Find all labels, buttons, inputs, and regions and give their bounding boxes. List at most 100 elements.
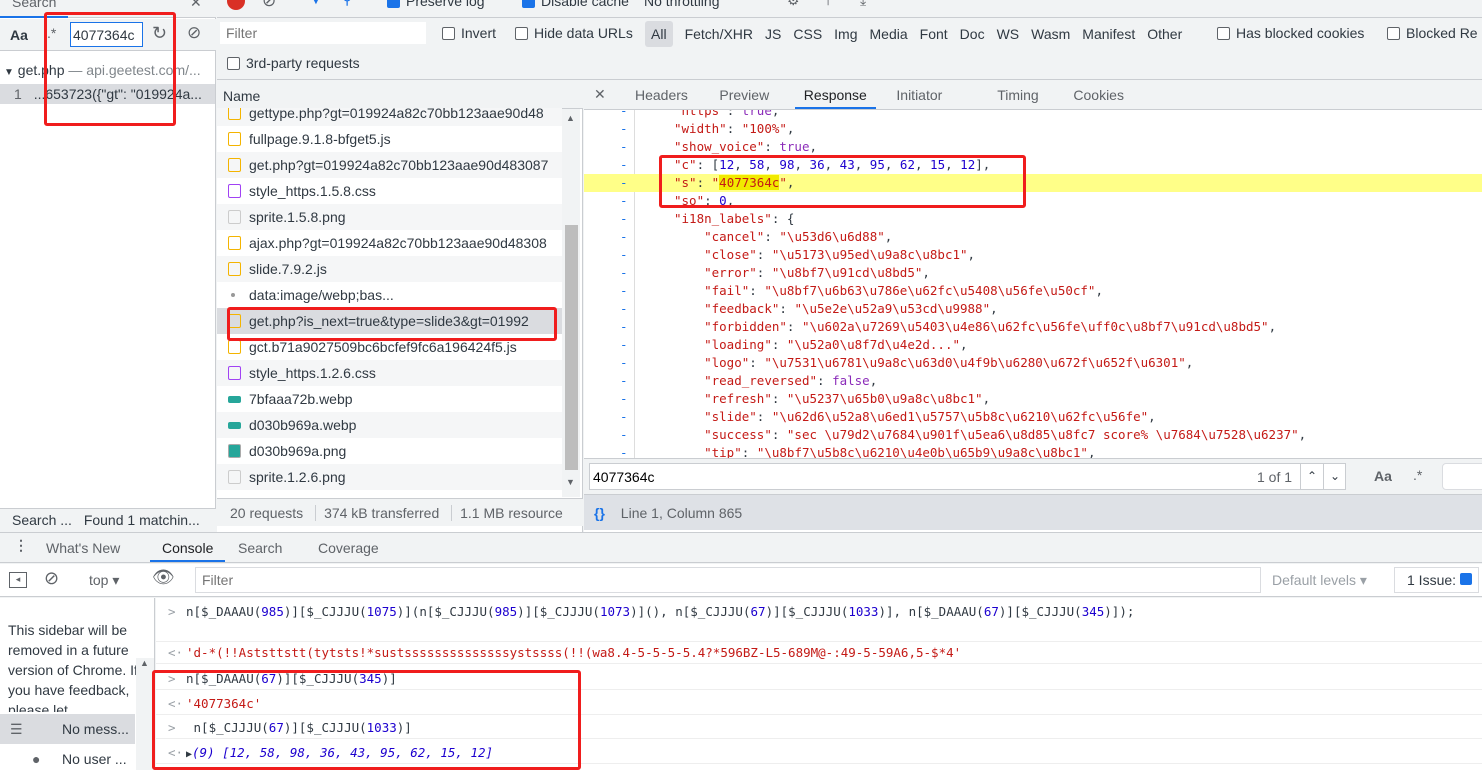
find-next-icon[interactable]: ⌄ (1323, 464, 1346, 489)
tab-initiator[interactable]: Initiator (887, 81, 951, 109)
refresh-icon[interactable]: ↻ (152, 23, 167, 44)
drawer-tab-search[interactable]: Search (226, 534, 294, 562)
sidebar-item-user-messages[interactable]: ● No user ... (0, 746, 135, 770)
request-row[interactable]: gettype.php?gt=019924a82c70bb123aae90d48 (217, 108, 562, 126)
search-input[interactable] (70, 22, 143, 47)
request-row[interactable]: sprite.1.5.8.png (217, 204, 562, 230)
fold-marker: - (620, 265, 628, 280)
find-match-case[interactable]: Aa (1374, 468, 1392, 484)
live-expression-icon[interactable]: 👁 (152, 567, 175, 588)
request-row[interactable]: fullpage.9.1.8-bfget5.js (217, 126, 562, 152)
match-case-toggle[interactable]: Aa (10, 27, 28, 43)
request-row[interactable]: get.php?gt=019924a82c70bb123aae90d483087 (217, 152, 562, 178)
context-select[interactable]: top ▾ (89, 572, 119, 589)
request-row[interactable]: ajax.php?gt=019924a82c70bb123aae90d48308 (217, 230, 562, 256)
sidebar-item-messages[interactable]: ☰ No mess... (0, 714, 135, 744)
drawer-tab-whatsnew[interactable]: What's New (34, 534, 132, 562)
import-har-icon[interactable]: ⤒ (825, 0, 831, 9)
code-line: - "width": "100%", (620, 121, 795, 136)
close-details-icon[interactable]: ✕ (594, 86, 606, 103)
hide-data-urls-checkbox[interactable] (515, 27, 528, 40)
regex-toggle[interactable]: .* (47, 25, 56, 41)
type-filter-img[interactable]: Img (828, 21, 863, 47)
drawer-tab-console[interactable]: Console (150, 534, 226, 562)
more-tools-icon[interactable]: ⋮ (14, 537, 28, 554)
throttling-select[interactable]: No throttling (644, 0, 719, 9)
request-row[interactable]: d030b969a.webp (217, 412, 562, 438)
tab-response[interactable]: Response (794, 81, 876, 109)
request-row[interactable]: gct.b71a9027509bc6bcfef9fc6a196424f5.js (217, 334, 562, 360)
search-result-line[interactable]: 1 ...653723({"gt": "019924a... (0, 84, 215, 104)
fold-marker: - (620, 121, 628, 136)
third-party-checkbox[interactable] (227, 57, 240, 70)
type-filter-all[interactable]: All (645, 21, 673, 47)
invert-checkbox[interactable] (442, 27, 455, 40)
type-filter-doc[interactable]: Doc (954, 21, 991, 47)
find-previous-icon[interactable]: ⌃ (1300, 464, 1323, 489)
json-key: "logo" (704, 355, 750, 370)
request-row[interactable]: get.php?is_next=true&type=slide3&gt=0199… (217, 308, 562, 334)
log-levels-select[interactable]: Default levels ▾ (1272, 572, 1367, 589)
type-filter-css[interactable]: CSS (787, 21, 828, 47)
response-code: - "https": true, - "width": "100%", - "show_v… (584, 110, 1482, 458)
sidebar-toggle-icon[interactable]: ◂ (9, 572, 27, 588)
tab-cookies[interactable]: Cookies (1064, 81, 1133, 109)
preserve-log-checkbox[interactable] (387, 0, 400, 8)
clear-console-icon[interactable]: ⊘ (44, 568, 59, 589)
scroll-up-icon[interactable]: ▲ (566, 113, 575, 123)
search-icon[interactable]: ⚲ (342, 0, 352, 8)
sidebar-scrollbar[interactable]: ▲ (136, 658, 154, 770)
search-result-file[interactable]: ▼ get.php — api.geetest.com/... (4, 62, 214, 78)
console-text[interactable]: (9) [12, 58, 98, 36, 43, 95, 62, 15, 12] (192, 745, 493, 760)
tab-preview[interactable]: Preview (710, 81, 778, 109)
request-name: fullpage.9.1.8-bfget5.js (249, 131, 391, 147)
clear-icon[interactable]: ⊘ (262, 0, 276, 11)
tab-headers[interactable]: Headers (626, 81, 697, 109)
request-row[interactable]: slide.7.9.2.js (217, 256, 562, 282)
request-row[interactable]: data:image/webp;bas... (217, 282, 562, 308)
record-icon[interactable] (227, 0, 245, 10)
drawer-tab-coverage[interactable]: Coverage (306, 534, 391, 562)
name-column-header[interactable]: Name (217, 81, 583, 109)
scrollbar-thumb[interactable] (565, 225, 578, 470)
request-row[interactable]: d030b969a.png (217, 438, 562, 464)
clear-icon[interactable]: ⊘ (187, 23, 201, 43)
request-row[interactable]: 7bfaaa72b.webp (217, 386, 562, 412)
filter-icon[interactable]: ▼ (309, 0, 323, 7)
fold-marker: - (620, 229, 628, 244)
type-filter-fetchxhr[interactable]: Fetch/XHR (679, 21, 759, 47)
request-row[interactable]: style_https.1.2.6.css (217, 360, 562, 386)
scrollbar[interactable]: ▲ ▼ (562, 109, 580, 497)
has-blocked-cookies-checkbox[interactable] (1217, 27, 1230, 40)
blocked-requests-checkbox[interactable] (1387, 27, 1400, 40)
request-row[interactable]: style_https.1.5.8.css (217, 178, 562, 204)
fold-marker: - (620, 373, 628, 388)
type-filter-ws[interactable]: WS (991, 21, 1026, 47)
type-filter-other[interactable]: Other (1141, 21, 1188, 47)
find-regex[interactable]: .* (1413, 467, 1422, 483)
find-cancel-button[interactable] (1442, 463, 1482, 490)
type-filter-js[interactable]: JS (759, 21, 787, 47)
result-arrow-icon: <· (168, 696, 184, 711)
type-filter-wasm[interactable]: Wasm (1025, 21, 1076, 47)
pretty-print-icon[interactable]: {} (584, 505, 605, 521)
find-input[interactable] (593, 467, 1193, 486)
fold-marker: - (620, 157, 628, 172)
type-filter-font[interactable]: Font (914, 21, 954, 47)
tab-timing[interactable]: Timing (988, 81, 1048, 109)
disable-cache-checkbox[interactable] (522, 0, 535, 8)
scroll-down-icon[interactable]: ▼ (566, 477, 575, 487)
type-filter-manifest[interactable]: Manifest (1076, 21, 1141, 47)
console-filter-input[interactable] (195, 567, 1261, 593)
close-icon[interactable]: ✕ (190, 0, 202, 11)
network-settings-icon[interactable]: ⚙ (787, 0, 800, 9)
code-line: - "cancel": "\u53d6\u6d88", (620, 229, 893, 244)
export-har-icon[interactable]: ⤓ (860, 0, 866, 9)
json-value: "\u8bf7\u6b63\u786e\u62fc\u5408\u56fe\u5… (764, 283, 1096, 298)
json-number: 36 (809, 157, 825, 172)
webp-file-icon (228, 422, 241, 429)
request-row[interactable]: sprite.1.2.6.png (217, 464, 562, 490)
type-filter-media[interactable]: Media (864, 21, 914, 47)
issues-button[interactable]: 1 Issue: (1394, 567, 1479, 593)
network-filter-input[interactable] (220, 22, 426, 44)
